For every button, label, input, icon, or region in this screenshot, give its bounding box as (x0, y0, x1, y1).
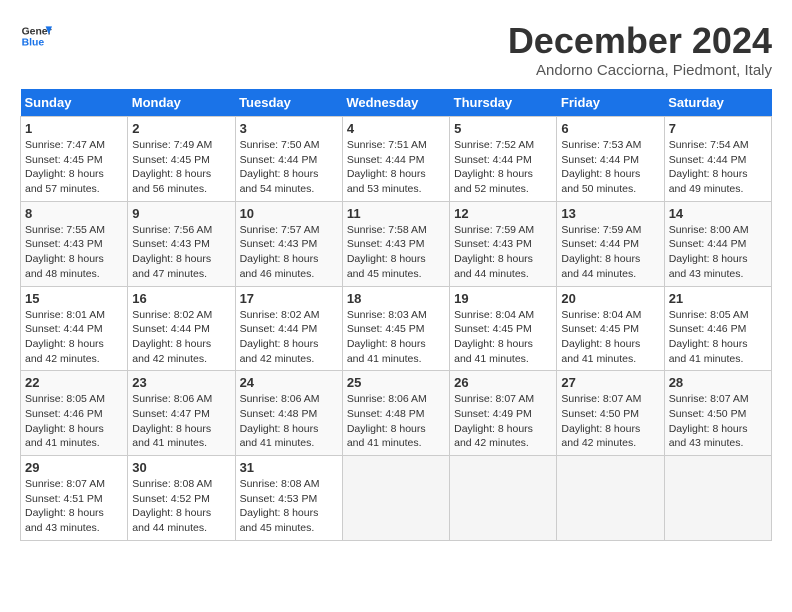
weekday-header-wednesday: Wednesday (342, 89, 449, 117)
calendar-week-5: 29Sunrise: 8:07 AM Sunset: 4:51 PM Dayli… (21, 456, 772, 541)
calendar-day-21: 21Sunrise: 8:05 AM Sunset: 4:46 PM Dayli… (664, 286, 771, 371)
calendar-day-24: 24Sunrise: 8:06 AM Sunset: 4:48 PM Dayli… (235, 371, 342, 456)
calendar-day-1: 1Sunrise: 7:47 AM Sunset: 4:45 PM Daylig… (21, 117, 128, 202)
calendar-day-30: 30Sunrise: 8:08 AM Sunset: 4:52 PM Dayli… (128, 456, 235, 541)
weekday-header-saturday: Saturday (664, 89, 771, 117)
calendar-empty (664, 456, 771, 541)
calendar-empty (342, 456, 449, 541)
month-title: December 2024 (508, 20, 772, 62)
calendar-day-13: 13Sunrise: 7:59 AM Sunset: 4:44 PM Dayli… (557, 201, 664, 286)
calendar-week-4: 22Sunrise: 8:05 AM Sunset: 4:46 PM Dayli… (21, 371, 772, 456)
weekday-header-monday: Monday (128, 89, 235, 117)
calendar-day-5: 5Sunrise: 7:52 AM Sunset: 4:44 PM Daylig… (450, 117, 557, 202)
calendar-day-18: 18Sunrise: 8:03 AM Sunset: 4:45 PM Dayli… (342, 286, 449, 371)
calendar-body: 1Sunrise: 7:47 AM Sunset: 4:45 PM Daylig… (21, 117, 772, 541)
calendar-week-1: 1Sunrise: 7:47 AM Sunset: 4:45 PM Daylig… (21, 117, 772, 202)
calendar-day-11: 11Sunrise: 7:58 AM Sunset: 4:43 PM Dayli… (342, 201, 449, 286)
title-block: December 2024 Andorno Cacciorna, Piedmon… (508, 20, 772, 79)
calendar-day-29: 29Sunrise: 8:07 AM Sunset: 4:51 PM Dayli… (21, 456, 128, 541)
calendar-day-8: 8Sunrise: 7:55 AM Sunset: 4:43 PM Daylig… (21, 201, 128, 286)
calendar-day-26: 26Sunrise: 8:07 AM Sunset: 4:49 PM Dayli… (450, 371, 557, 456)
calendar-day-22: 22Sunrise: 8:05 AM Sunset: 4:46 PM Dayli… (21, 371, 128, 456)
logo: General Blue (20, 20, 52, 52)
calendar-day-31: 31Sunrise: 8:08 AM Sunset: 4:53 PM Dayli… (235, 456, 342, 541)
calendar-day-27: 27Sunrise: 8:07 AM Sunset: 4:50 PM Dayli… (557, 371, 664, 456)
calendar-day-7: 7Sunrise: 7:54 AM Sunset: 4:44 PM Daylig… (664, 117, 771, 202)
calendar-day-2: 2Sunrise: 7:49 AM Sunset: 4:45 PM Daylig… (128, 117, 235, 202)
calendar-empty (557, 456, 664, 541)
weekday-header-friday: Friday (557, 89, 664, 117)
location-subtitle: Andorno Cacciorna, Piedmont, Italy (508, 62, 772, 79)
calendar-day-3: 3Sunrise: 7:50 AM Sunset: 4:44 PM Daylig… (235, 117, 342, 202)
calendar-day-19: 19Sunrise: 8:04 AM Sunset: 4:45 PM Dayli… (450, 286, 557, 371)
calendar-day-6: 6Sunrise: 7:53 AM Sunset: 4:44 PM Daylig… (557, 117, 664, 202)
calendar-week-3: 15Sunrise: 8:01 AM Sunset: 4:44 PM Dayli… (21, 286, 772, 371)
calendar-day-28: 28Sunrise: 8:07 AM Sunset: 4:50 PM Dayli… (664, 371, 771, 456)
calendar-day-14: 14Sunrise: 8:00 AM Sunset: 4:44 PM Dayli… (664, 201, 771, 286)
calendar-day-15: 15Sunrise: 8:01 AM Sunset: 4:44 PM Dayli… (21, 286, 128, 371)
calendar-day-10: 10Sunrise: 7:57 AM Sunset: 4:43 PM Dayli… (235, 201, 342, 286)
calendar-table: SundayMondayTuesdayWednesdayThursdayFrid… (20, 89, 772, 541)
calendar-empty (450, 456, 557, 541)
logo-icon: General Blue (20, 20, 52, 52)
calendar-day-4: 4Sunrise: 7:51 AM Sunset: 4:44 PM Daylig… (342, 117, 449, 202)
page-header: General Blue December 2024 Andorno Cacci… (20, 20, 772, 79)
weekday-header-sunday: Sunday (21, 89, 128, 117)
svg-text:Blue: Blue (22, 38, 45, 49)
calendar-day-16: 16Sunrise: 8:02 AM Sunset: 4:44 PM Dayli… (128, 286, 235, 371)
calendar-week-2: 8Sunrise: 7:55 AM Sunset: 4:43 PM Daylig… (21, 201, 772, 286)
calendar-day-25: 25Sunrise: 8:06 AM Sunset: 4:48 PM Dayli… (342, 371, 449, 456)
weekday-header-thursday: Thursday (450, 89, 557, 117)
calendar-day-20: 20Sunrise: 8:04 AM Sunset: 4:45 PM Dayli… (557, 286, 664, 371)
calendar-day-9: 9Sunrise: 7:56 AM Sunset: 4:43 PM Daylig… (128, 201, 235, 286)
weekday-header-tuesday: Tuesday (235, 89, 342, 117)
calendar-day-23: 23Sunrise: 8:06 AM Sunset: 4:47 PM Dayli… (128, 371, 235, 456)
calendar-day-12: 12Sunrise: 7:59 AM Sunset: 4:43 PM Dayli… (450, 201, 557, 286)
calendar-day-17: 17Sunrise: 8:02 AM Sunset: 4:44 PM Dayli… (235, 286, 342, 371)
calendar-header-row: SundayMondayTuesdayWednesdayThursdayFrid… (21, 89, 772, 117)
